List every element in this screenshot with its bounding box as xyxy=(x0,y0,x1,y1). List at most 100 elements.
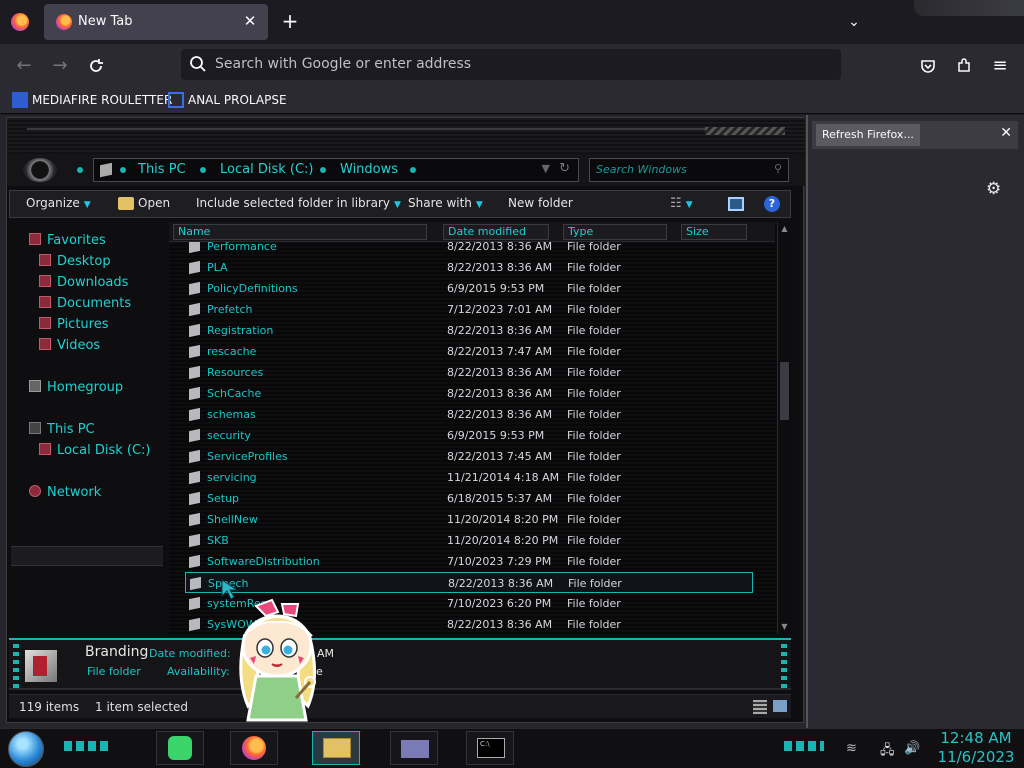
system-clock[interactable]: 12:48 AM 11/6/2023 xyxy=(930,729,1022,767)
tab-close-icon[interactable]: ✕ xyxy=(240,11,260,31)
history-dot-icon[interactable] xyxy=(77,167,83,173)
file-type: File folder xyxy=(567,513,621,526)
breadcrumb-local-disk[interactable]: Local Disk (C:) xyxy=(220,162,313,177)
firefox-logo-icon[interactable] xyxy=(11,13,29,31)
preview-pane-icon[interactable] xyxy=(728,197,744,211)
nav-network[interactable]: Network xyxy=(29,484,101,502)
tab-list-chevron-icon[interactable]: ⌄ xyxy=(842,10,866,34)
taskbar-file-explorer[interactable] xyxy=(312,731,360,765)
refresh-icon[interactable]: ↻ xyxy=(559,161,570,176)
search-input[interactable]: Search Windows ⚲ xyxy=(589,158,789,182)
table-row[interactable]: SKB 11/20/2014 8:20 PM File folder xyxy=(185,530,753,551)
nav-videos[interactable]: Videos xyxy=(39,337,100,355)
chevron-down-icon[interactable]: ▼ xyxy=(542,162,550,175)
new-folder-button[interactable]: New folder xyxy=(508,196,573,210)
nav-desktop[interactable]: Desktop xyxy=(39,253,111,271)
open-button[interactable]: Open xyxy=(138,196,170,210)
back-orb-icon[interactable] xyxy=(23,158,57,182)
folder-icon xyxy=(189,281,200,296)
help-icon[interactable]: ? xyxy=(764,196,780,212)
change-view-icon[interactable]: ☷ ▼ xyxy=(670,196,693,211)
large-icons-view-icon[interactable] xyxy=(773,700,787,712)
file-type: File folder xyxy=(567,345,621,358)
tab-new-tab[interactable]: New Tab ✕ xyxy=(44,4,268,40)
table-row[interactable]: servicing 11/21/2014 4:18 AM File folder xyxy=(185,467,753,488)
include-in-library-menu[interactable]: Include selected folder in library ▼ xyxy=(196,196,401,210)
table-row[interactable]: ServiceProfiles 8/22/2013 7:45 AM File fol… xyxy=(185,446,753,467)
taskbar-decoration xyxy=(784,741,824,751)
organize-menu[interactable]: Organize ▼ xyxy=(26,196,91,210)
nav-label: Pictures xyxy=(57,317,109,332)
pocket-icon[interactable] xyxy=(914,52,942,80)
column-header-type[interactable]: Type xyxy=(563,224,667,240)
table-row[interactable]: Speech 8/22/2013 8:36 AM File folder xyxy=(185,572,753,593)
share-with-menu[interactable]: Share with ▼ xyxy=(408,196,483,210)
file-date: 11/20/2014 8:20 PM xyxy=(447,534,559,547)
column-header-date[interactable]: Date modified xyxy=(443,224,549,240)
nav-documents[interactable]: Documents xyxy=(39,295,131,313)
file-date: 8/22/2013 7:47 AM xyxy=(447,345,553,358)
nav-label: Network xyxy=(47,485,102,500)
new-tab-button[interactable]: + xyxy=(278,10,302,34)
forward-arrow-icon[interactable]: → xyxy=(46,52,74,80)
start-orb-icon[interactable] xyxy=(8,731,44,767)
file-date: 7/10/2023 7:29 PM xyxy=(447,555,552,568)
column-header-name[interactable]: Name xyxy=(173,224,427,240)
taskbar-command-prompt[interactable]: C:\ xyxy=(466,731,514,765)
table-row[interactable]: security 6/9/2015 9:53 PM File folder xyxy=(185,425,753,446)
table-row[interactable]: schemas 8/22/2013 8:36 AM File folder xyxy=(185,404,753,425)
downloads-icon xyxy=(39,275,51,287)
table-row[interactable]: rescache 8/22/2013 7:47 AM File folder xyxy=(185,341,753,362)
file-type: File folder xyxy=(567,471,621,484)
gear-icon[interactable]: ⚙ xyxy=(986,179,1001,199)
table-row[interactable]: SchCache 8/22/2013 8:36 AM File folder xyxy=(185,383,753,404)
taskbar-control-panel[interactable] xyxy=(390,731,438,765)
table-row[interactable]: PLA 8/22/2013 8:36 AM File folder xyxy=(185,257,753,278)
menu-hamburger-icon[interactable]: ≡ xyxy=(986,52,1014,80)
file-name: Registration xyxy=(207,324,274,337)
table-row[interactable]: ShellNew 11/20/2014 8:20 PM File folder xyxy=(185,509,753,530)
network-tray-icon[interactable]: 🖧 xyxy=(880,741,895,763)
bookmark-second[interactable]: ANAL PROLAPSE xyxy=(168,90,287,110)
nav-local-disk[interactable]: Local Disk (C:) xyxy=(39,442,150,460)
details-view-icon[interactable] xyxy=(753,700,767,714)
file-name: Resources xyxy=(207,366,264,379)
column-header-size[interactable]: Size xyxy=(681,224,747,240)
table-row[interactable]: Setup 6/18/2015 5:37 AM File folder xyxy=(185,488,753,509)
folder-icon xyxy=(189,302,200,317)
nav-pictures[interactable]: Pictures xyxy=(39,316,108,334)
taskbar-firefox[interactable] xyxy=(230,731,278,765)
url-bar[interactable]: Search with Google or enter address xyxy=(181,49,841,80)
table-row[interactable]: PolicyDefinitions 6/9/2015 9:53 PM File fo… xyxy=(185,278,753,299)
close-icon[interactable]: ✕ xyxy=(1000,125,1012,141)
table-row[interactable]: Registration 8/22/2013 8:36 AM File folder xyxy=(185,320,753,341)
nav-homegroup[interactable]: Homegroup xyxy=(29,379,123,397)
table-row[interactable]: Prefetch 7/12/2023 7:01 AM File folder xyxy=(185,299,753,320)
reload-icon[interactable] xyxy=(82,52,110,80)
nav-this-pc[interactable]: This PC xyxy=(29,421,95,439)
refresh-firefox-button[interactable]: Refresh Firefox... xyxy=(816,124,920,146)
volume-tray-icon[interactable]: 🔊 xyxy=(904,741,920,756)
extensions-icon[interactable] xyxy=(950,52,978,80)
scroll-down-icon[interactable]: ▼ xyxy=(780,622,789,631)
address-row: This PC Local Disk (C:) Windows ▼ ↻ Sear… xyxy=(7,154,805,186)
scroll-thumb[interactable] xyxy=(780,362,789,420)
breadcrumb-windows[interactable]: Windows xyxy=(340,162,398,177)
clock-date: 11/6/2023 xyxy=(937,748,1015,766)
address-bar[interactable]: This PC Local Disk (C:) Windows ▼ ↻ xyxy=(93,158,579,182)
back-arrow-icon[interactable]: ← xyxy=(10,52,38,80)
bookmark-mediafire[interactable]: MEDIAFIRE ROULETTER xyxy=(12,90,172,110)
breadcrumb-this-pc[interactable]: This PC xyxy=(138,162,186,177)
show-hidden-icons-icon[interactable]: ≋ xyxy=(846,741,857,756)
taskbar-notes-app[interactable] xyxy=(156,731,204,765)
mouse-cursor-icon xyxy=(221,579,239,600)
status-bar: 119 items 1 item selected xyxy=(9,694,791,718)
table-row[interactable]: SoftwareDistribution 7/10/2023 7:29 PM Fil… xyxy=(185,551,753,572)
scroll-up-icon[interactable]: ▲ xyxy=(780,224,789,233)
tab-title: New Tab xyxy=(78,14,133,29)
vertical-scrollbar[interactable]: ▲ ▼ xyxy=(777,222,791,634)
table-row[interactable]: Resources 8/22/2013 8:36 AM File folder xyxy=(185,362,753,383)
table-row[interactable]: Performance 8/22/2013 8:36 AM File folder xyxy=(185,242,753,257)
nav-downloads[interactable]: Downloads xyxy=(39,274,128,292)
nav-favorites[interactable]: Favorites xyxy=(29,232,106,250)
